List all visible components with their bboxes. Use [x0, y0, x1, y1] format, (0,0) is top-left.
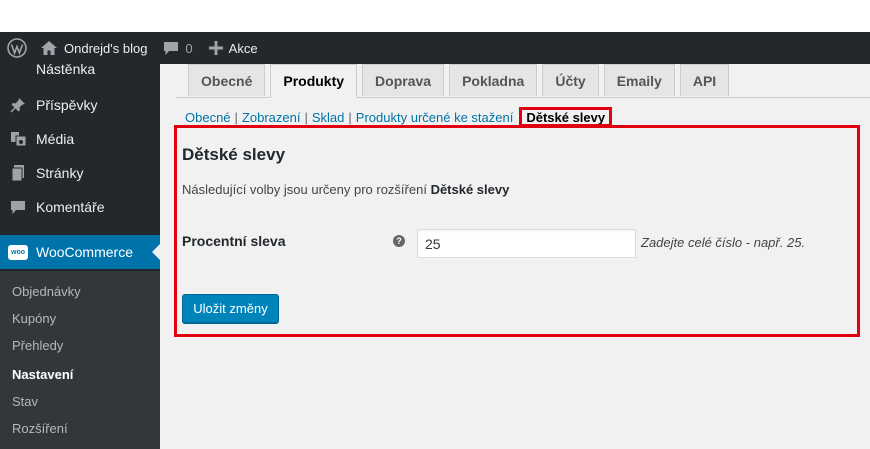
pin-icon	[0, 97, 36, 113]
settings-tabs: Obecné Produkty Doprava Pokladna Účty Em…	[188, 64, 734, 98]
tab-emails[interactable]: Emaily	[603, 64, 675, 96]
woo-logo-text: woo	[8, 244, 28, 260]
separator: |	[234, 109, 238, 125]
separator: |	[348, 109, 352, 125]
discount-field-hint: Zadejte celé číslo - např. 25.	[641, 235, 806, 250]
comment-icon	[0, 200, 36, 215]
current-menu-arrow	[152, 244, 160, 260]
top-blank-strip	[0, 0, 870, 32]
subsection-link-general[interactable]: Obecné	[185, 110, 231, 125]
pages-icon	[0, 165, 36, 181]
sidebar-item-label: Komentáře	[36, 199, 105, 215]
subsection-link-inventory[interactable]: Sklad	[312, 110, 345, 125]
submenu-item-reports[interactable]: Přehledy	[12, 338, 63, 353]
comments-count: 0	[185, 40, 193, 56]
admin-sidebar: Nástěnka Příspěvky Média Stránky Komentá…	[0, 64, 160, 449]
sidebar-item-label: Média	[36, 131, 75, 147]
subsection-current-child-discounts[interactable]: Dětské slevy	[519, 107, 613, 127]
media-icon	[0, 131, 36, 147]
sidebar-item-label: Stránky	[36, 165, 84, 181]
sidebar-item-comments[interactable]: Komentáře	[0, 190, 160, 224]
site-home-link[interactable]: Ondrejd's blog	[34, 32, 155, 64]
discount-percent-input[interactable]	[417, 229, 636, 258]
sidebar-item-woocommerce[interactable]: woo WooCommerce	[0, 235, 160, 269]
tab-accounts[interactable]: Účty	[542, 64, 599, 96]
woocommerce-icon: woo	[0, 244, 36, 260]
sidebar-item-dashboard[interactable]: Nástěnka	[0, 64, 160, 86]
subsection-link-downloadable[interactable]: Produkty určené ke stažení	[356, 110, 514, 125]
comment-bubble-icon	[164, 41, 179, 55]
description-text: Následující volby jsou určeny pro rozšíř…	[182, 182, 431, 197]
submenu-item-coupons[interactable]: Kupóny	[12, 311, 56, 326]
section-title: Dětské slevy	[182, 145, 286, 164]
admin-bar: Ondrejd's blog 0 Akce	[0, 32, 870, 64]
section-description: Následující volby jsou určeny pro rozšíř…	[182, 182, 509, 197]
site-name: Ondrejd's blog	[64, 40, 148, 56]
separator: |	[304, 109, 308, 125]
tab-shipping[interactable]: Doprava	[362, 64, 445, 96]
tab-general[interactable]: Obecné	[188, 64, 266, 96]
tab-checkout[interactable]: Pokladna	[449, 64, 538, 96]
plus-icon	[208, 41, 223, 55]
new-label: Akce	[228, 40, 258, 56]
home-icon	[41, 41, 57, 55]
subsection-link-display[interactable]: Zobrazení	[242, 110, 301, 125]
submenu-item-settings[interactable]: Nastavení	[12, 367, 73, 382]
description-extension-name: Dětské slevy	[430, 182, 510, 197]
subsection-links: Obecné | Zobrazení | Sklad | Produkty ur…	[185, 107, 613, 127]
sidebar-item-media[interactable]: Média	[0, 122, 160, 156]
comments-link[interactable]: 0	[155, 32, 200, 64]
help-tip-icon[interactable]: ?	[393, 235, 405, 247]
submenu-item-status[interactable]: Stav	[12, 394, 38, 409]
submenu-item-orders[interactable]: Objednávky	[12, 284, 81, 299]
tab-api[interactable]: API	[679, 64, 730, 96]
sidebar-item-label: WooCommerce	[36, 244, 133, 260]
woocommerce-submenu: Objednávky Kupóny Přehledy Nastavení Sta…	[0, 271, 160, 449]
discount-field-label: Procentní sleva	[182, 233, 286, 249]
sidebar-item-pages[interactable]: Stránky	[0, 156, 160, 190]
wordpress-logo-icon[interactable]	[0, 32, 34, 64]
submenu-item-extensions[interactable]: Rozšíření	[12, 421, 68, 436]
sidebar-item-label: Nástěnka	[36, 64, 96, 77]
save-changes-button[interactable]: Uložit změny	[182, 294, 279, 323]
sidebar-item-label: Příspěvky	[36, 97, 98, 113]
tab-products[interactable]: Produkty	[270, 64, 358, 98]
new-content-link[interactable]: Akce	[201, 32, 266, 64]
sidebar-item-posts[interactable]: Příspěvky	[0, 88, 160, 122]
